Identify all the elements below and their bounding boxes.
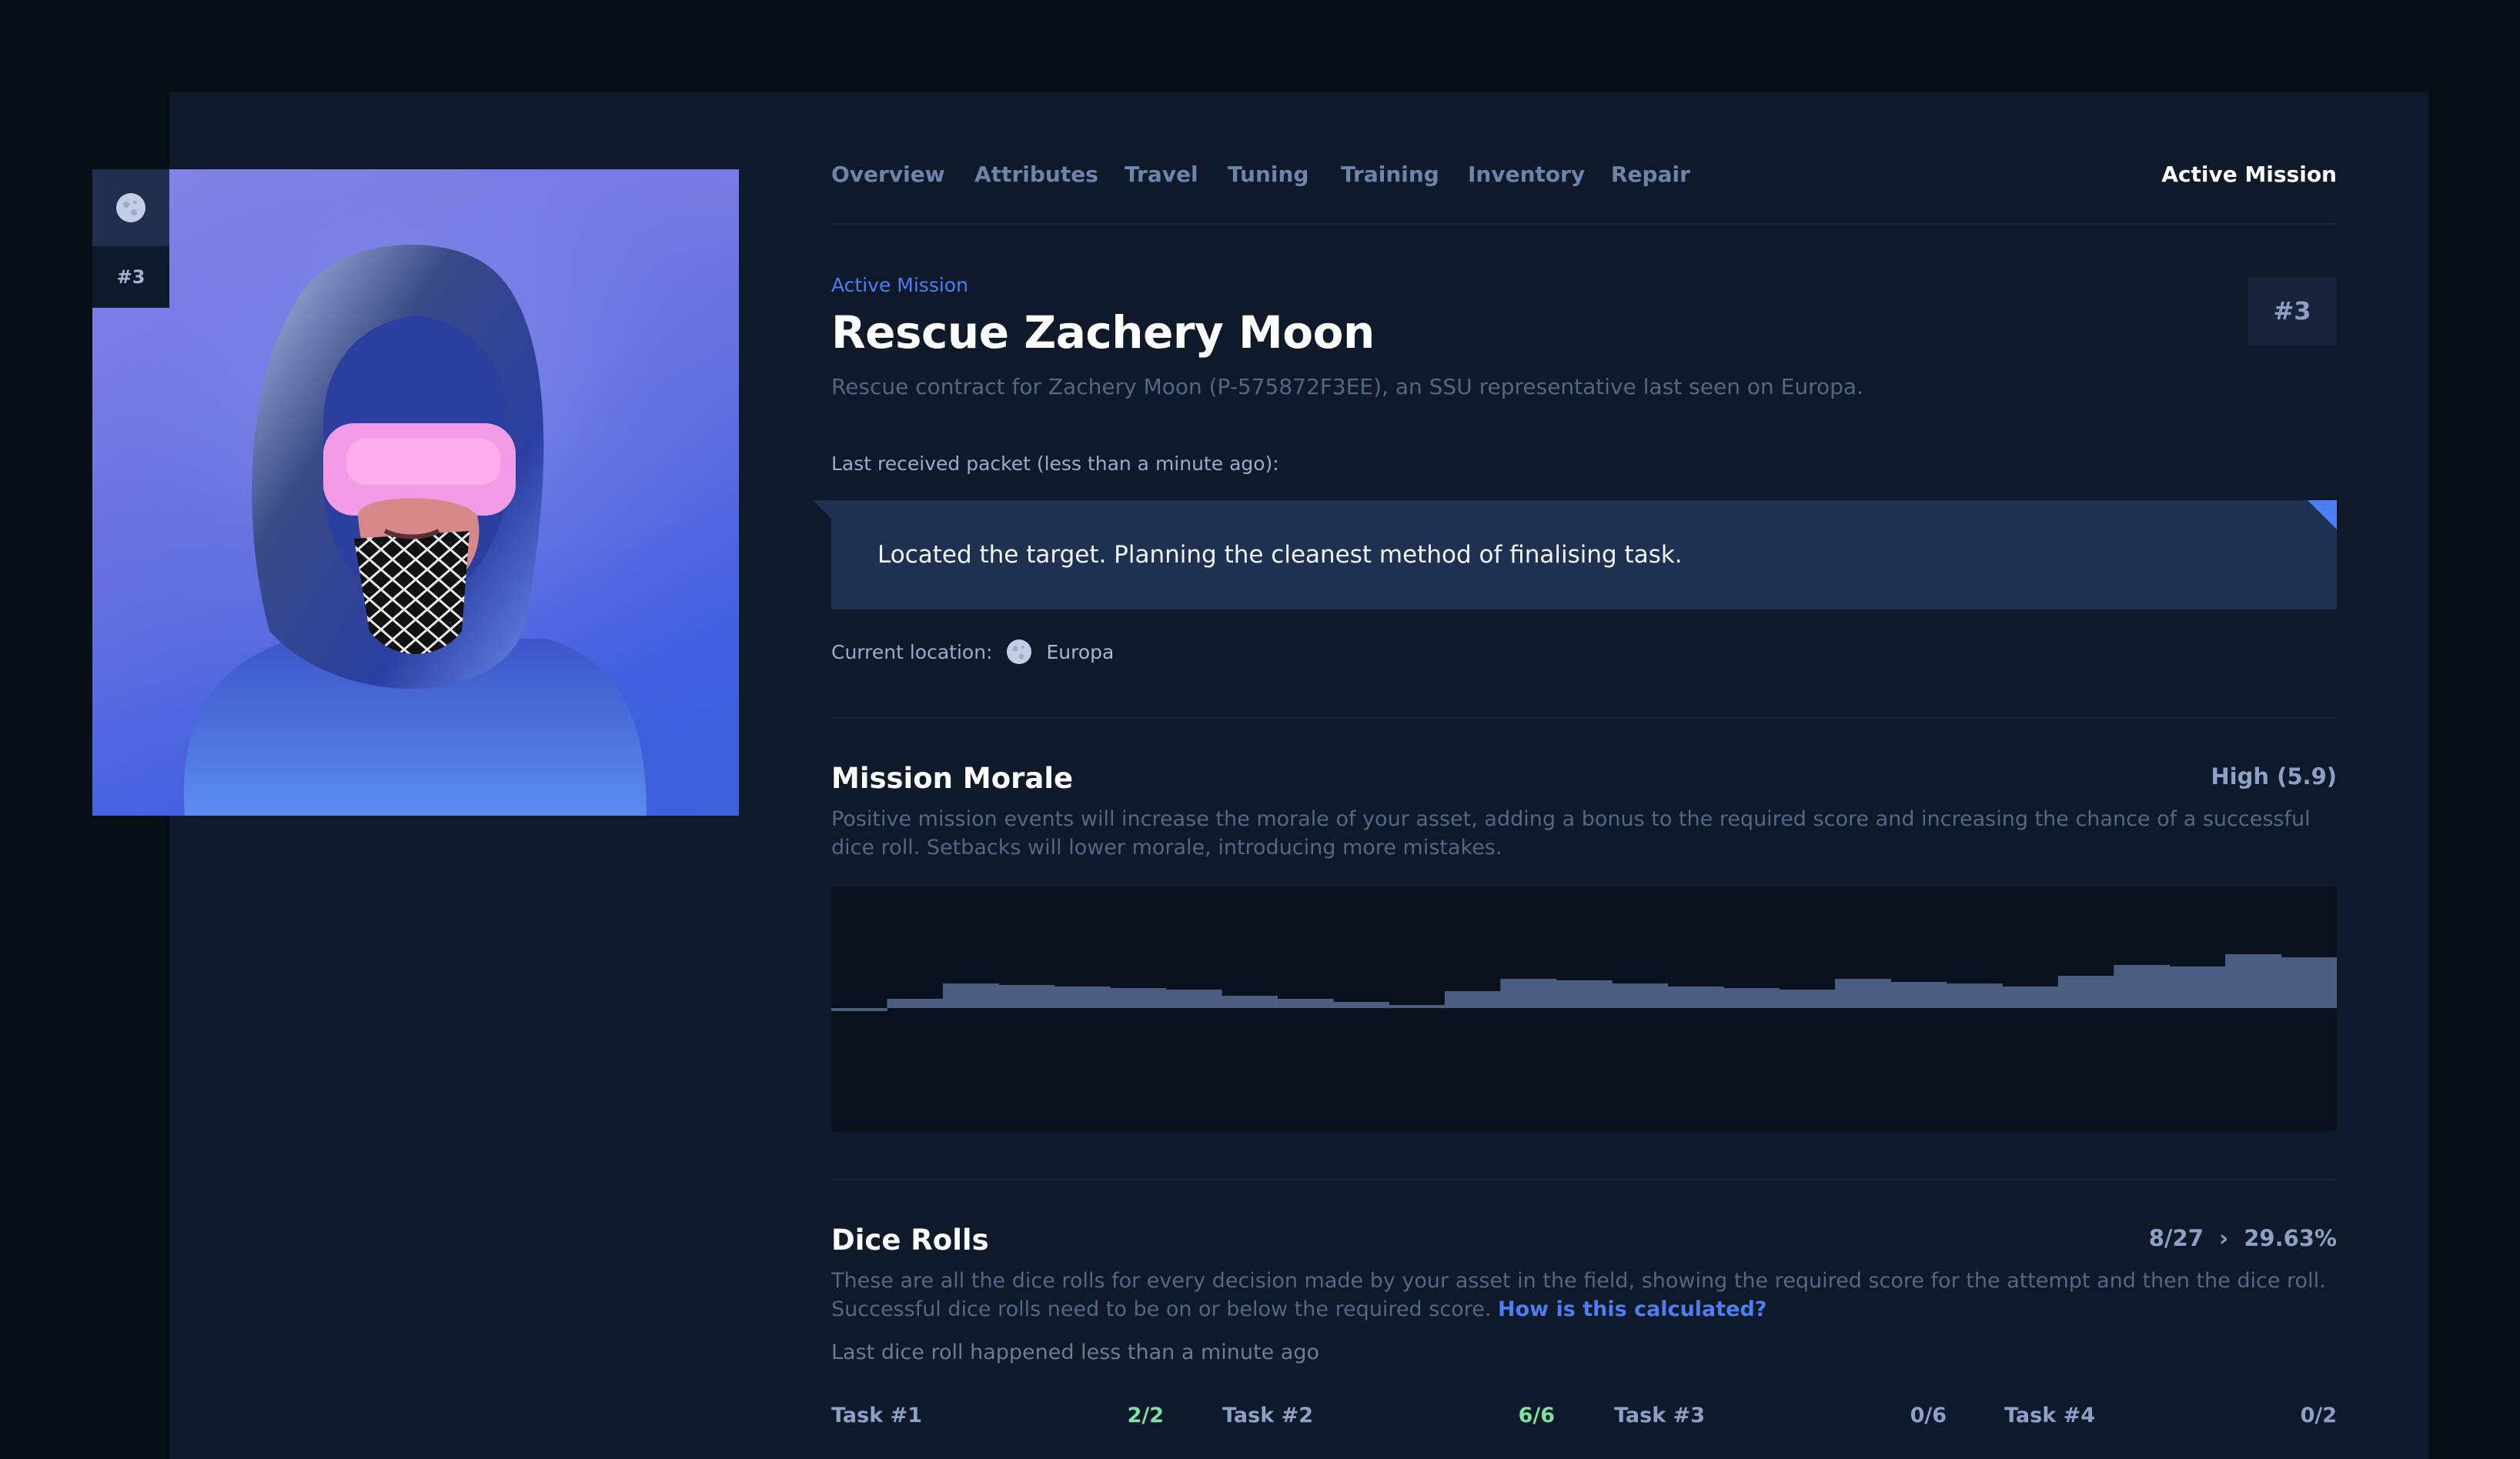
morale-bar bbox=[1946, 983, 2003, 1008]
morale-bar bbox=[1277, 999, 1334, 1008]
morale-title: Mission Morale bbox=[831, 762, 1074, 795]
morale-bar bbox=[831, 1008, 887, 1011]
location-label: Current location: bbox=[831, 640, 993, 663]
mission-subtitle: Rescue contract for Zachery Moon (P-5758… bbox=[831, 374, 1863, 399]
morale-bar bbox=[1389, 1005, 1445, 1008]
packet-label: Last received packet (less than a minute… bbox=[831, 452, 1279, 475]
asset-portrait bbox=[92, 169, 739, 816]
morale-bar bbox=[2002, 987, 2059, 1008]
task-count: 0/2 bbox=[2300, 1404, 2337, 1427]
divider bbox=[831, 1179, 2337, 1180]
last-roll-text: Last dice roll happened less than a minu… bbox=[831, 1340, 1320, 1364]
task-count: 2/2 bbox=[1127, 1404, 1164, 1427]
task-list: Task #1 2/2 Task #2 6/6 Task #3 0/6 Task… bbox=[831, 1404, 2337, 1434]
task-label: Task #1 bbox=[831, 1404, 922, 1427]
tab-inventory[interactable]: Inventory bbox=[1468, 162, 1585, 187]
morale-bar bbox=[2225, 954, 2282, 1008]
morale-chart-svg bbox=[831, 954, 2337, 1011]
tab-active-mission[interactable]: Active Mission bbox=[2161, 162, 2337, 187]
location-name: Europa bbox=[1046, 640, 1115, 663]
packet-message: Located the target. Planning the cleanes… bbox=[813, 500, 2337, 609]
planet-icon-box bbox=[92, 169, 169, 246]
morale-bar bbox=[1165, 990, 1222, 1008]
section-eyebrow: Active Mission bbox=[831, 274, 968, 296]
morale-bar bbox=[1444, 991, 1501, 1008]
how-calculated-link[interactable]: How is this calculated? bbox=[1498, 1297, 1766, 1321]
asset-id-tab[interactable]: #3 bbox=[92, 169, 169, 308]
morale-bar bbox=[1500, 979, 1557, 1008]
mission-title: Rescue Zachery Moon bbox=[831, 306, 1375, 359]
morale-bar bbox=[2114, 965, 2171, 1008]
morale-bar bbox=[1222, 996, 1278, 1008]
morale-bar bbox=[1779, 990, 1836, 1008]
morale-description: Positive mission events will increase th… bbox=[831, 807, 2311, 860]
morale-bar bbox=[1667, 987, 1724, 1008]
android-portrait-image bbox=[92, 169, 739, 816]
task-item[interactable]: Task #4 0/2 bbox=[2004, 1404, 2337, 1427]
planet-icon bbox=[116, 193, 145, 222]
tab-tuning[interactable]: Tuning bbox=[1228, 162, 1308, 187]
tab-attributes[interactable]: Attributes bbox=[974, 162, 1098, 187]
task-label: Task #4 bbox=[2004, 1404, 2095, 1427]
asset-number: #3 bbox=[116, 266, 145, 288]
task-label: Task #2 bbox=[1222, 1404, 1313, 1427]
dice-header: Dice Rolls 8/27 › 29.63% bbox=[831, 1224, 2337, 1257]
top-navigation: Overview Attributes Travel Tuning Traini… bbox=[831, 162, 2337, 225]
morale-bar bbox=[1556, 980, 1613, 1008]
morale-value: High (5.9) bbox=[2211, 763, 2337, 790]
morale-bar bbox=[887, 999, 944, 1008]
dice-title: Dice Rolls bbox=[831, 1224, 989, 1257]
divider bbox=[831, 717, 2337, 719]
tab-repair[interactable]: Repair bbox=[1611, 162, 1690, 187]
tab-training[interactable]: Training bbox=[1341, 162, 1439, 187]
morale-bar bbox=[1110, 988, 1167, 1008]
morale-bar bbox=[942, 983, 999, 1008]
tab-travel[interactable]: Travel bbox=[1125, 162, 1198, 187]
morale-bar bbox=[1054, 987, 1111, 1008]
task-count: 0/6 bbox=[1910, 1404, 1947, 1427]
morale-bar bbox=[1723, 988, 1780, 1008]
task-item[interactable]: Task #1 2/2 bbox=[831, 1404, 1164, 1427]
task-item[interactable]: Task #3 0/6 bbox=[1614, 1404, 1947, 1427]
morale-bar bbox=[2169, 967, 2226, 1008]
morale-bar bbox=[2057, 976, 2114, 1008]
morale-bar bbox=[1612, 983, 1669, 1008]
task-item[interactable]: Task #2 6/6 bbox=[1222, 1404, 1555, 1427]
packet-text: Located the target. Planning the cleanes… bbox=[877, 541, 1683, 569]
morale-bar bbox=[1835, 979, 1891, 1008]
task-count: 6/6 bbox=[1518, 1404, 1555, 1427]
morale-bar bbox=[998, 985, 1055, 1008]
mission-number-badge: #3 bbox=[2248, 277, 2337, 345]
morale-bar bbox=[2281, 957, 2337, 1008]
morale-bar bbox=[1890, 982, 1947, 1008]
current-location: Current location: Europa bbox=[831, 639, 2337, 665]
morale-header: Mission Morale High (5.9) bbox=[831, 762, 2337, 795]
morale-bar bbox=[1333, 1002, 1389, 1008]
corner-accent bbox=[2308, 500, 2337, 529]
planet-icon bbox=[1007, 639, 1032, 664]
morale-chart bbox=[831, 886, 2337, 1131]
dice-description: These are all the dice rolls for every d… bbox=[831, 1267, 2337, 1324]
dice-success-rate: 8/27 › 29.63% bbox=[2148, 1225, 2337, 1251]
tab-overview[interactable]: Overview bbox=[831, 162, 945, 187]
task-label: Task #3 bbox=[1614, 1404, 1705, 1427]
